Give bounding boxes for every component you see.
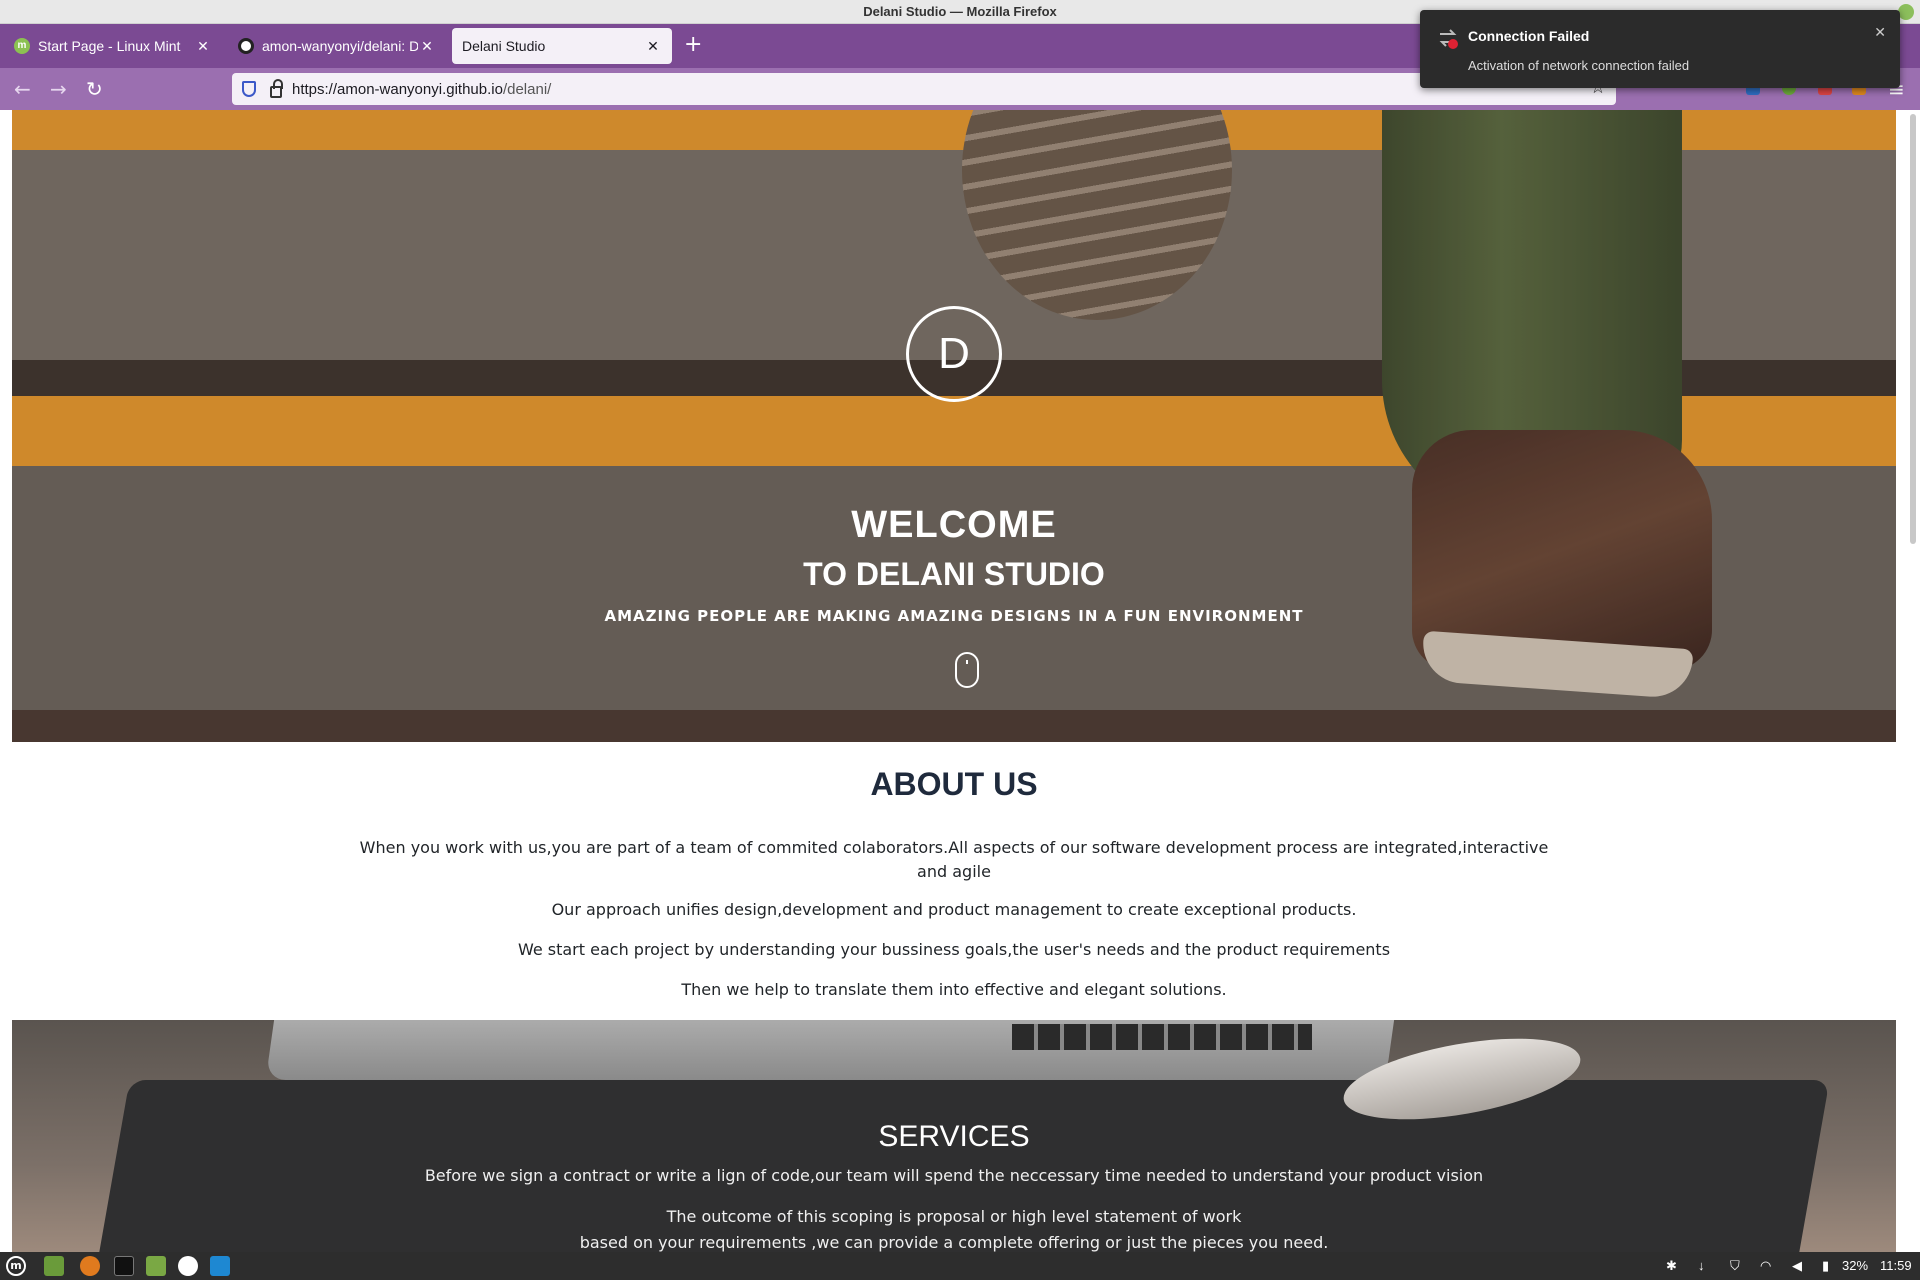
new-tab-plus-icon[interactable]: +	[684, 32, 702, 57]
services-paragraph: Before we sign a contract or write a lig…	[424, 1166, 1484, 1185]
battery-percent: 32%	[1842, 1258, 1869, 1273]
window-close-icon[interactable]	[1898, 4, 1914, 20]
tab-delani-studio[interactable]: Delani Studio ✕	[452, 28, 672, 64]
services-section: SERVICES Before we sign a contract or wr…	[12, 1020, 1896, 1252]
github-favicon-icon	[238, 38, 254, 54]
tab-start-page[interactable]: m Start Page - Linux Mint ✕	[4, 28, 222, 64]
tab-label: Delani Studio	[462, 38, 546, 54]
back-arrow-icon[interactable]: ←	[14, 77, 31, 101]
mint-menu-icon[interactable]: m	[6, 1256, 26, 1276]
url-domain: https://amon-wanyonyi.github.io	[292, 80, 503, 98]
notification-close-icon[interactable]: ✕	[1874, 24, 1886, 41]
notification-title: Connection Failed	[1468, 28, 1590, 44]
reload-icon[interactable]: ↻	[86, 77, 103, 101]
hero-section: D WELCOME TO DELANI STUDIO AMAZING PEOPL…	[12, 110, 1896, 742]
about-paragraph: Our approach unifies design,development …	[551, 900, 1357, 919]
notification-body: Activation of network connection failed	[1468, 58, 1690, 73]
wifi-icon[interactable]: ◠	[1760, 1258, 1771, 1274]
about-paragraph: Then we help to translate them into effe…	[681, 980, 1227, 999]
tab-close-icon[interactable]: ✕	[194, 38, 212, 55]
url-bar[interactable]: https://amon-wanyonyi.github.io/delani/ …	[232, 73, 1616, 105]
slack-icon[interactable]	[178, 1256, 198, 1276]
clock[interactable]: 11:59	[1880, 1258, 1912, 1273]
forward-arrow-icon[interactable]: →	[50, 77, 67, 101]
tab-label: amon-wanyonyi/delani: Del	[262, 38, 418, 54]
tab-close-icon[interactable]: ✕	[644, 38, 662, 55]
terminal-icon[interactable]	[114, 1256, 134, 1276]
delani-logo: D	[906, 306, 1002, 402]
volume-icon[interactable]: ◀	[1792, 1258, 1802, 1274]
connection-failed-notification: Connection Failed Activation of network …	[1420, 10, 1900, 88]
about-paragraph: We start each project by understanding y…	[517, 940, 1391, 959]
services-paragraph: The outcome of this scoping is proposal …	[666, 1207, 1242, 1226]
firefox-icon[interactable]	[80, 1256, 100, 1276]
window-title: Delani Studio — Mozilla Firefox	[863, 4, 1057, 19]
battery-icon[interactable]: ▮	[1822, 1258, 1829, 1274]
page-viewport: D WELCOME TO DELANI STUDIO AMAZING PEOPL…	[0, 110, 1920, 1252]
scroll-mouse-icon[interactable]	[955, 652, 979, 688]
about-paragraph: When you work with us,you are part of a …	[359, 838, 1549, 881]
hero-title: WELCOME	[851, 504, 1057, 546]
network-error-icon	[1439, 29, 1458, 49]
hero-overlay	[12, 110, 1896, 742]
keyboard-image	[1012, 1024, 1312, 1050]
hero-title-line2: TO DELANI STUDIO	[803, 556, 1105, 592]
about-title: ABOUT US	[870, 766, 1038, 802]
slack-tray-icon[interactable]: ✱	[1666, 1258, 1677, 1274]
linux-mint-favicon-icon: m	[14, 38, 30, 54]
tab-github-repo[interactable]: amon-wanyonyi/delani: Del ✕	[228, 28, 446, 64]
page-scrollbar[interactable]	[1910, 114, 1916, 544]
tab-close-icon[interactable]: ✕	[418, 38, 436, 55]
system-taskbar: m ✱ ↓ ⛉ ◠ ◀ ▮ 32% 11:59	[0, 1252, 1920, 1280]
hero-subtitle: AMAZING PEOPLE ARE MAKING AMAZING DESIGN…	[604, 607, 1304, 625]
files-folder-icon[interactable]	[146, 1256, 166, 1276]
tab-label: Start Page - Linux Mint	[38, 38, 181, 54]
services-title: SERVICES	[878, 1120, 1030, 1153]
lock-icon[interactable]	[270, 79, 283, 98]
url-path: /delani/	[502, 80, 552, 98]
tracking-shield-icon[interactable]	[242, 81, 256, 97]
services-paragraph: based on your requirements ,we can provi…	[579, 1233, 1329, 1252]
show-desktop-icon[interactable]	[44, 1256, 64, 1276]
update-tray-icon[interactable]: ↓	[1698, 1258, 1705, 1273]
shield-tray-icon[interactable]: ⛉	[1730, 1258, 1740, 1274]
vscode-icon[interactable]	[210, 1256, 230, 1276]
